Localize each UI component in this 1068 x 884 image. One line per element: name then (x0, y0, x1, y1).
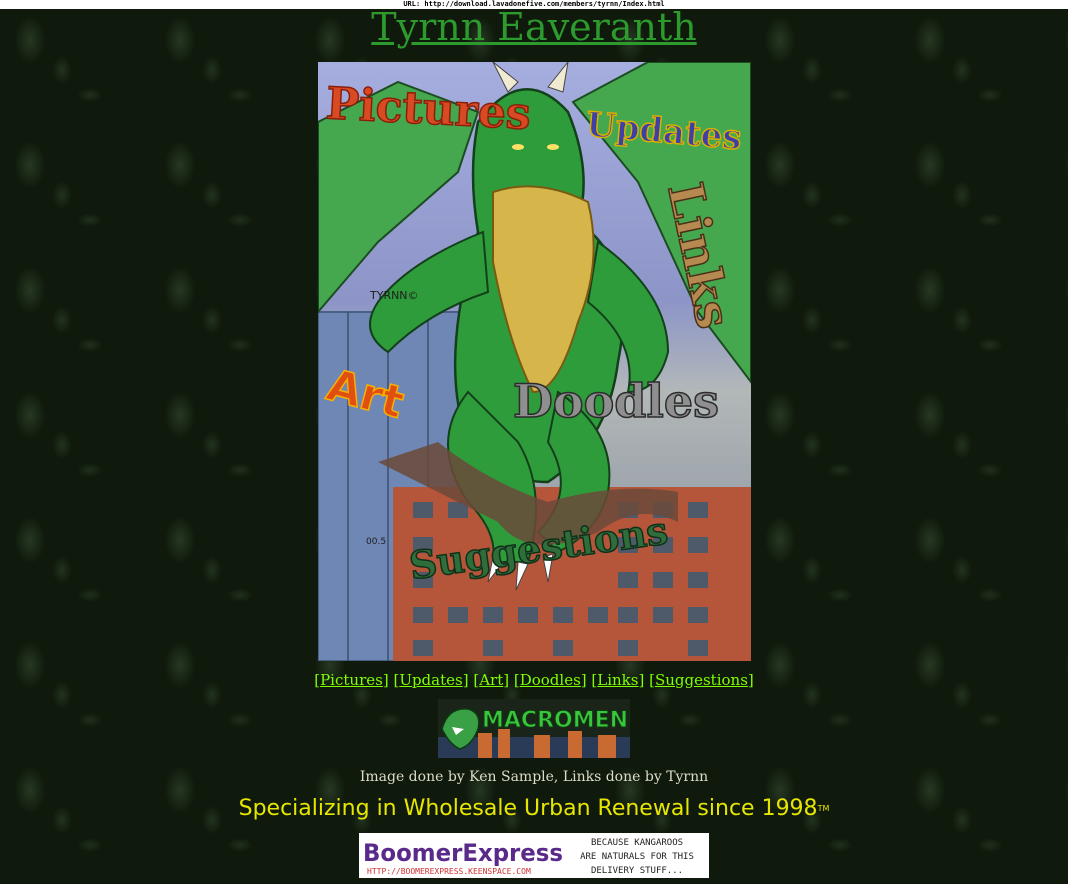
nav-link-suggestions[interactable]: Suggestions (655, 671, 748, 689)
trademark-mark: TM (817, 804, 830, 813)
tagline: Specializing in Wholesale Urban Renewal … (0, 795, 1068, 823)
boomer-slogan-3: DELIVERY STUFF... (591, 866, 683, 876)
nav-link-updates[interactable]: Updates (399, 671, 462, 689)
image-credit: Image done by Ken Sample, Links done by … (359, 769, 709, 785)
boomer-express-banner[interactable]: BoomerExpress HTTP://BOOMEREXPRESS.KEENS… (359, 833, 709, 878)
boomer-url: HTTP://BOOMEREXPRESS.KEENSPACE.COM (367, 867, 531, 876)
boomer-logo: BoomerExpress (363, 839, 563, 867)
macromenu-banner[interactable]: MACROMENU (438, 699, 630, 758)
nav-link-doodles[interactable]: Doodles (520, 671, 581, 689)
macromenu-art: MACROMENU (438, 699, 630, 758)
boomer-slogan-1: BECAUSE KANGAROOS (591, 838, 683, 848)
main-image-map[interactable] (318, 62, 751, 661)
macromenu-text: MACROMENU (482, 708, 630, 733)
nav-link-art[interactable]: Art (479, 671, 503, 689)
boomer-slogan-2: ARE NATURALS FOR THIS (580, 852, 694, 862)
dragon-illustration (318, 62, 751, 661)
nav-links: [Pictures] [Updates] [Art] [Doodles] [Li… (314, 671, 754, 689)
nav-link-pictures[interactable]: Pictures (320, 671, 383, 689)
tagline-text: Specializing in Wholesale Urban Renewal … (238, 796, 818, 821)
nav-link-links[interactable]: Links (597, 671, 638, 689)
page-title[interactable]: Tyrnn Eaveranth (0, 5, 1068, 49)
boomer-express-art: BoomerExpress HTTP://BOOMEREXPRESS.KEENS… (359, 833, 709, 878)
